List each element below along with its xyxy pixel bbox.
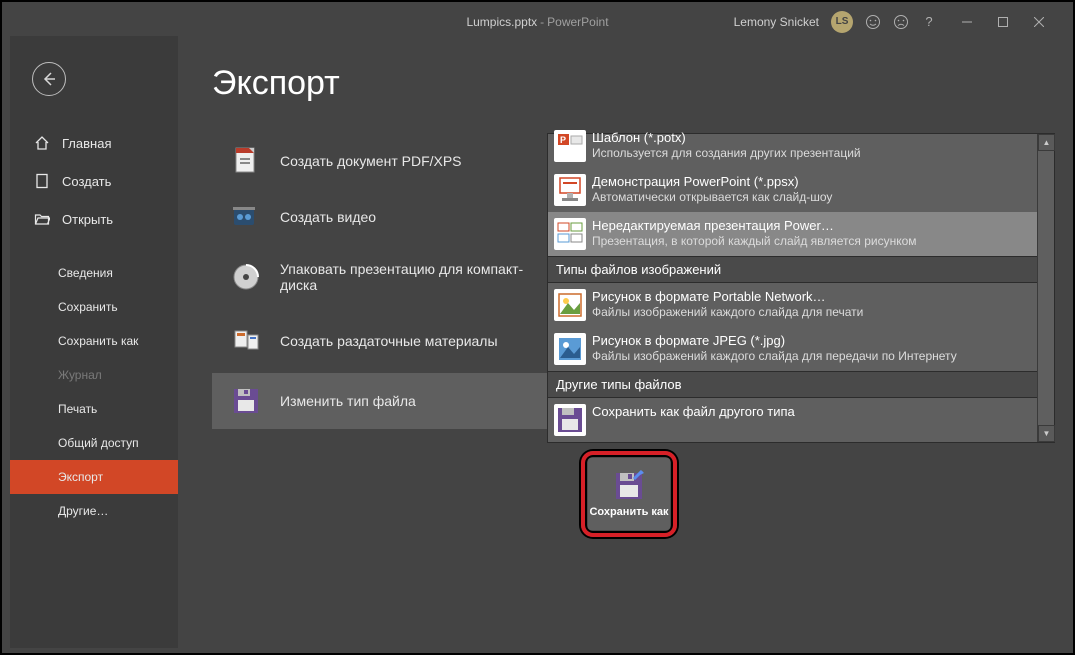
filetype-icon	[554, 404, 586, 436]
user-name[interactable]: Lemony Snicket	[734, 15, 819, 29]
nav-sub-item[interactable]: Другие…	[10, 494, 178, 528]
page-title: Экспорт	[212, 64, 1065, 103]
filetype-option[interactable]: Сохранить как файл другого типа	[548, 398, 1054, 442]
filetype-option[interactable]: P Шаблон (*.potx) Используется для созда…	[548, 130, 1054, 168]
titlebar: Lumpics.pptx - PowerPoint Lemony Snicket…	[10, 7, 1065, 36]
filetype-icon	[554, 218, 586, 250]
nav-label: Сохранить как	[58, 334, 138, 348]
svg-text:P: P	[560, 135, 566, 145]
filetype-icon	[554, 174, 586, 206]
export-option[interactable]: Изменить тип файла	[212, 373, 547, 429]
svg-text:?: ?	[925, 14, 932, 29]
filetype-icon: P	[554, 130, 586, 162]
nav-label: Открыть	[62, 212, 113, 227]
nav-label: Сохранить	[58, 300, 118, 314]
filetype-title: Нередактируемая презентация Power…	[592, 218, 1034, 234]
nav-label: Сведения	[58, 266, 113, 280]
nav-label: Экспорт	[58, 470, 103, 484]
scrollbar[interactable]: ▲ ▼	[1037, 134, 1054, 442]
filetype-title: Рисунок в формате Portable Network…	[592, 289, 1034, 305]
filetype-option[interactable]: Демонстрация PowerPoint (*.ppsx) Автомат…	[548, 168, 1054, 212]
filetype-option[interactable]: Рисунок в формате JPEG (*.jpg) Файлы изо…	[548, 327, 1054, 371]
filetype-desc: Файлы изображений каждого слайда для пер…	[592, 349, 1034, 364]
nav-item-open[interactable]: Открыть	[10, 200, 178, 238]
nav-sub-item[interactable]: Сохранить как	[10, 324, 178, 358]
filetype-panel: ▲ ▼ P Шаблон (*.potx) Используется для с…	[547, 133, 1055, 443]
nav-label: Журнал	[58, 368, 102, 382]
filetype-title: Демонстрация PowerPoint (*.ppsx)	[592, 174, 1034, 190]
window-title: Lumpics.pptx - PowerPoint	[466, 15, 608, 29]
back-button[interactable]	[32, 62, 66, 96]
nav-sub-item[interactable]: Экспорт	[10, 460, 178, 494]
nav-sub-item[interactable]: Общий доступ	[10, 426, 178, 460]
nav-label: Создать	[62, 174, 111, 189]
nav-sub-item[interactable]: Сведения	[10, 256, 178, 290]
face-smile-icon[interactable]	[865, 14, 881, 30]
filetype-desc: Автоматически открывается как слайд-шоу	[592, 190, 1034, 205]
export-option[interactable]: Создать видео	[212, 189, 547, 245]
export-option-label: Создать видео	[280, 209, 376, 225]
filetype-desc: Используется для создания других презент…	[592, 146, 1034, 161]
nav-sub-item[interactable]: Сохранить	[10, 290, 178, 324]
scroll-down-icon[interactable]: ▼	[1038, 425, 1055, 442]
filetype-title: Рисунок в формате JPEG (*.jpg)	[592, 333, 1034, 349]
face-sad-icon[interactable]	[893, 14, 909, 30]
export-option[interactable]: Упаковать презентацию для компакт-диска	[212, 245, 547, 309]
scroll-up-icon[interactable]: ▲	[1038, 134, 1055, 151]
save-floppy-icon	[613, 470, 645, 502]
export-menu: Создать документ PDF/XPS Создать видео Упа…	[212, 133, 547, 648]
nav-label: Другие…	[58, 504, 108, 518]
filetype-desc: Файлы изображений каждого слайда для печ…	[592, 305, 1034, 320]
avatar[interactable]: LS	[831, 11, 853, 33]
filetype-option[interactable]: Нередактируемая презентация Power… Презе…	[548, 212, 1054, 256]
nav-sub-item[interactable]: Печать	[10, 392, 178, 426]
export-option-label: Создать раздаточные материалы	[280, 333, 498, 349]
filetype-option[interactable]: Рисунок в формате Portable Network… Файл…	[548, 283, 1054, 327]
nav-label: Главная	[62, 136, 111, 151]
backstage-sidebar: Главная Создать Открыть Сведения Сохранить С…	[10, 36, 178, 648]
maximize-icon[interactable]	[995, 14, 1011, 30]
nav-item-home[interactable]: Главная	[10, 124, 178, 162]
filetype-icon	[554, 289, 586, 321]
nav-sub-item: Журнал	[10, 358, 178, 392]
save-as-button[interactable]: Сохранить как	[587, 457, 671, 531]
export-option-label: Изменить тип файла	[280, 393, 416, 409]
export-option-label: Упаковать презентацию для компакт-диска	[280, 261, 547, 293]
filetype-group-header: Другие типы файлов	[548, 371, 1054, 398]
filetype-title: Сохранить как файл другого типа	[592, 404, 1034, 420]
filetype-desc: Презентация, в которой каждый слайд явля…	[592, 234, 1034, 249]
minimize-icon[interactable]	[959, 14, 975, 30]
export-option[interactable]: Создать раздаточные материалы	[212, 309, 547, 373]
save-as-label: Сохранить как	[589, 506, 668, 519]
filetype-icon	[554, 333, 586, 365]
filetype-title: Шаблон (*.potx)	[592, 130, 1034, 146]
close-icon[interactable]	[1031, 14, 1047, 30]
nav-item-new[interactable]: Создать	[10, 162, 178, 200]
help-icon[interactable]: ?	[921, 14, 937, 30]
export-option[interactable]: Создать документ PDF/XPS	[212, 133, 547, 189]
nav-label: Печать	[58, 402, 97, 416]
filetype-group-header: Типы файлов изображений	[548, 256, 1054, 283]
nav-label: Общий доступ	[58, 436, 139, 450]
export-option-label: Создать документ PDF/XPS	[280, 153, 462, 169]
